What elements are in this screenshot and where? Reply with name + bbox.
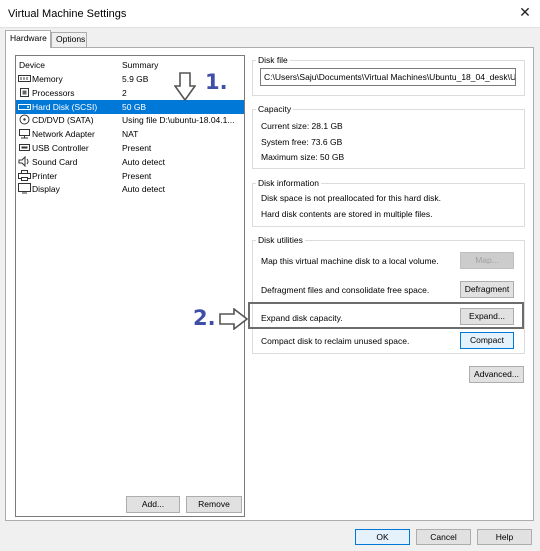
close-icon[interactable]: ✕	[518, 4, 532, 20]
advanced-button[interactable]: Advanced...	[469, 366, 524, 383]
device-row-display[interactable]: Display Auto detect	[16, 182, 244, 196]
disk-info-line-1: Disk space is not preallocated for this …	[261, 193, 442, 203]
tab-options-label: Options	[56, 34, 86, 44]
system-free-text: System free: 73.6 GB	[261, 137, 343, 147]
capacity-label: Capacity	[256, 104, 294, 114]
disk-file-label: Disk file	[256, 55, 290, 65]
disk-information-group	[252, 183, 525, 227]
device-row-cd-dvd-sata[interactable]: CD/DVD (SATA) Using file D:\ubuntu-18.04.…	[16, 113, 244, 127]
device-name: Memory	[32, 74, 63, 84]
device-row-sound-card[interactable]: Sound Card Auto detect	[16, 155, 244, 169]
compact-description: Compact disk to reclaim unused space.	[261, 336, 410, 346]
help-button[interactable]: Help	[477, 529, 532, 545]
step-1-annotation: 1.	[205, 70, 228, 94]
device-row-network-adapter[interactable]: Network Adapter NAT	[16, 127, 244, 141]
processor-icon	[18, 87, 31, 98]
disk-info-line-2: Hard disk contents are stored in multipl…	[261, 209, 433, 219]
disk-utilities-label: Disk utilities	[256, 235, 305, 245]
add-button[interactable]: Add...	[126, 496, 180, 513]
defragment-description: Defragment files and consolidate free sp…	[261, 285, 430, 295]
device-row-hard-disk-scsi[interactable]: Hard Disk (SCSI) 50 GB	[16, 99, 244, 114]
map-description: Map this virtual machine disk to a local…	[261, 256, 439, 266]
disk-information-label: Disk information	[256, 178, 321, 188]
usb-controller-icon	[18, 142, 31, 153]
device-name: Printer	[32, 170, 58, 181]
summary-column-header: Summary	[122, 60, 159, 70]
current-size-text: Current size: 28.1 GB	[261, 121, 343, 131]
maximum-size-text: Maximum size: 50 GB	[261, 152, 345, 162]
device-column-header: Device	[19, 60, 45, 70]
defragment-button[interactable]: Defragment	[460, 281, 514, 298]
device-name: Display	[32, 184, 60, 195]
device-name: USB Controller	[32, 143, 89, 153]
device-summary: 50 GB	[122, 101, 147, 112]
expand-description: Expand disk capacity.	[261, 313, 343, 323]
cd-dvd-icon	[18, 114, 31, 125]
printer-icon	[18, 169, 31, 181]
device-name: Hard Disk (SCSI)	[32, 101, 98, 112]
remove-button[interactable]: Remove	[186, 496, 242, 513]
step-2-annotation: 2.	[193, 306, 216, 330]
device-summary: Auto detect	[122, 156, 166, 167]
device-row-printer[interactable]: Printer Present	[16, 169, 244, 183]
map-button[interactable]: Map...	[460, 252, 514, 269]
device-name: Sound Card	[32, 156, 78, 167]
device-name: CD/DVD (SATA)	[32, 115, 94, 126]
compact-button[interactable]: Compact	[460, 332, 514, 349]
expand-button[interactable]: Expand...	[460, 308, 514, 325]
display-icon	[18, 183, 31, 194]
device-summary: NAT	[122, 129, 139, 140]
sound-card-icon	[18, 155, 31, 168]
ok-button[interactable]: OK	[355, 529, 410, 545]
device-summary: Present	[122, 170, 152, 181]
right-arrow-icon	[219, 308, 249, 330]
window-title: Virtual Machine Settings	[8, 8, 127, 20]
device-name: Network Adapter	[32, 129, 95, 140]
cancel-button[interactable]: Cancel	[416, 529, 471, 545]
device-summary: Auto detect	[122, 184, 166, 195]
tab-options[interactable]: Options	[51, 32, 87, 47]
hard-disk-icon	[18, 101, 31, 112]
device-summary: Using file D:\ubuntu-18.04.1...	[122, 115, 235, 126]
network-adapter-icon	[18, 128, 31, 139]
device-summary: Present	[122, 143, 152, 153]
device-row-usb-controller[interactable]: USB Controller Present	[16, 141, 244, 155]
tab-hardware-label: Hardware	[10, 33, 47, 43]
down-arrow-icon	[174, 72, 196, 102]
tab-hardware[interactable]: Hardware	[5, 30, 51, 48]
disk-file-path-field[interactable]: C:\Users\Saju\Documents\Virtual Machines…	[260, 68, 516, 86]
memory-icon	[18, 73, 31, 84]
device-name: Processors	[32, 87, 75, 98]
